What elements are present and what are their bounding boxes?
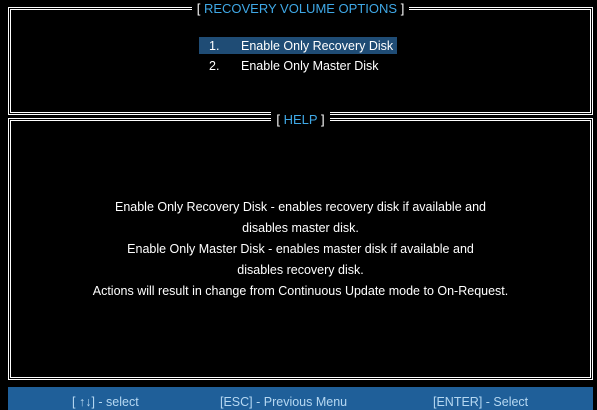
menu-item-number: 1.: [209, 38, 220, 53]
help-close-bracket: ]: [320, 112, 325, 127]
help-line: Actions will result in change from Conti…: [92, 284, 509, 298]
options-title-text: RECOVERY VOLUME OPTIONS: [203, 1, 398, 16]
help-text: Enable Only Recovery Disk - enables reco…: [11, 197, 590, 302]
menu-item-label: Enable Only Master Disk: [241, 58, 379, 73]
help-panel: [ HELP ] Enable Only Recovery Disk - ena…: [8, 112, 593, 380]
recovery-options-panel: [ RECOVERY VOLUME OPTIONS ] 1. Enable On…: [8, 1, 593, 115]
select-key-hint[interactable]: [ ↑↓] - select: [72, 395, 139, 409]
menu-item-number: 2.: [209, 58, 220, 73]
options-panel-title: [ RECOVERY VOLUME OPTIONS ]: [11, 1, 590, 17]
title-open-bracket: [: [196, 1, 201, 16]
menu-item-enable-recovery-disk[interactable]: 1. Enable Only Recovery Disk: [199, 37, 398, 54]
help-open-bracket: [: [276, 112, 280, 127]
help-line: disables master disk.: [242, 221, 359, 235]
title-close-bracket: ]: [400, 1, 405, 16]
menu-item-enable-master-disk[interactable]: 2. Enable Only Master Disk: [199, 57, 397, 74]
help-line: Enable Only Master Disk - enables master…: [127, 242, 474, 256]
menu-item-label: Enable Only Recovery Disk: [241, 38, 394, 53]
enter-select-key-hint[interactable]: [ENTER] - Select: [433, 395, 528, 409]
help-line: Enable Only Recovery Disk - enables reco…: [114, 200, 486, 214]
key-hint-bar: [ ↑↓] - select [ESC] - Previous Menu [EN…: [8, 387, 593, 410]
help-title-text: HELP: [283, 112, 318, 127]
previous-menu-key-hint[interactable]: [ESC] - Previous Menu: [220, 395, 347, 409]
help-line: disables recovery disk.: [237, 263, 364, 277]
options-menu: 1. Enable Only Recovery Disk 2. Enable O…: [199, 37, 398, 77]
help-panel-title: [ HELP ]: [11, 112, 590, 128]
